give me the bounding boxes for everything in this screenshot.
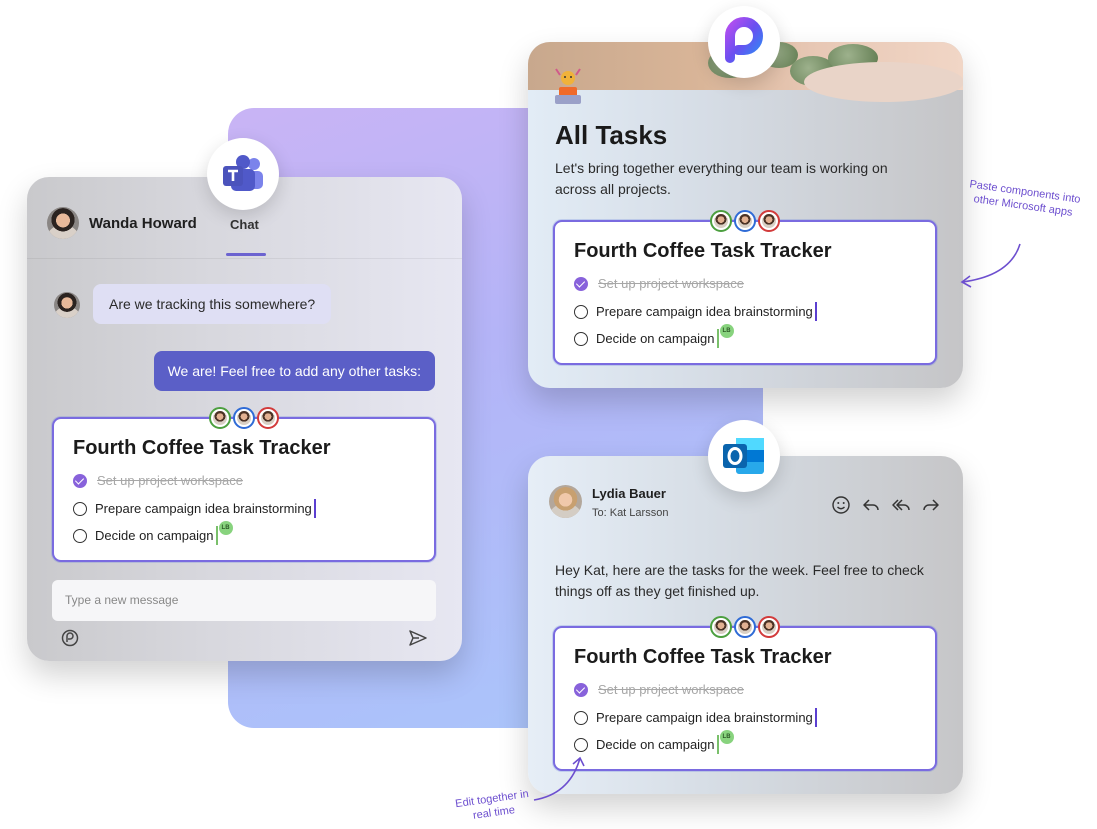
task-tracker-card[interactable]: Fourth Coffee Task Tracker Set up projec… xyxy=(52,407,436,562)
task-item[interactable]: Decide on campaign LB xyxy=(574,323,734,348)
coauthor-avatar xyxy=(710,616,732,638)
coauthor-avatar xyxy=(734,210,756,232)
checkbox-icon[interactable] xyxy=(574,331,588,346)
message-avatar xyxy=(54,292,80,318)
incoming-message: Are we tracking this somewhere? xyxy=(93,284,332,324)
avatar[interactable] xyxy=(549,485,582,518)
coauthor-badge: LB xyxy=(719,323,734,338)
page-description: Let's bring together everything our team… xyxy=(555,160,888,197)
coauthor-badge: LB xyxy=(719,729,734,744)
coauthor-cursor xyxy=(215,526,218,545)
send-icon[interactable] xyxy=(407,627,429,649)
tab-indicator xyxy=(226,253,266,256)
checkbox-icon[interactable] xyxy=(574,304,588,319)
reply-all-icon[interactable] xyxy=(891,495,911,515)
email-body: Hey Kat, here are the tasks for the week… xyxy=(555,562,924,599)
coauthor-avatar xyxy=(209,407,231,429)
loop-logo-icon xyxy=(708,6,780,78)
coauthor-facepile xyxy=(209,407,281,429)
message-input[interactable]: Type a new message xyxy=(52,580,436,621)
task-item[interactable]: Set up project workspace xyxy=(574,276,744,291)
avatar[interactable] xyxy=(47,207,79,239)
coauthor-facepile xyxy=(710,210,782,232)
outgoing-message: We are! Feel free to add any other tasks… xyxy=(153,351,435,391)
forward-icon[interactable] xyxy=(921,495,941,515)
annotation-edit: Edit together in real time xyxy=(454,787,530,822)
coauthor-avatar xyxy=(233,407,255,429)
task-tracker-card[interactable]: Fourth Coffee Task Tracker Set up projec… xyxy=(553,616,937,771)
tab-chat[interactable]: Chat xyxy=(230,217,259,232)
text-cursor xyxy=(313,499,316,518)
checked-icon[interactable] xyxy=(73,473,87,488)
contact-name: Wanda Howard xyxy=(89,215,197,232)
loop-compose-icon[interactable] xyxy=(60,628,80,648)
coauthor-cursor xyxy=(716,329,719,348)
text-cursor xyxy=(814,302,817,321)
task-item[interactable]: Decide on campaign LB xyxy=(574,729,734,754)
teams-logo-icon xyxy=(207,138,279,210)
coauthor-cursor xyxy=(716,735,719,754)
text-cursor xyxy=(814,708,817,727)
annotation-paste: Paste components into other Microsoft ap… xyxy=(968,178,1082,219)
checked-icon[interactable] xyxy=(574,276,588,291)
celebration-emoji-icon xyxy=(550,66,586,106)
tracker-title: Fourth Coffee Task Tracker xyxy=(73,437,331,459)
page-title: All Tasks xyxy=(555,120,668,150)
checkbox-icon[interactable] xyxy=(574,737,588,752)
checkbox-icon[interactable] xyxy=(73,501,87,516)
task-item[interactable]: Prepare campaign idea brainstorming xyxy=(73,499,316,518)
checkbox-icon[interactable] xyxy=(73,528,87,543)
task-item[interactable]: Prepare campaign idea brainstorming xyxy=(574,302,817,321)
tracker-title: Fourth Coffee Task Tracker xyxy=(574,240,832,262)
emoji-icon[interactable] xyxy=(831,495,851,515)
sender-name: Lydia Bauer xyxy=(592,486,666,501)
recipient-line: To: Kat Larsson xyxy=(592,507,669,519)
tracker-title: Fourth Coffee Task Tracker xyxy=(574,646,832,668)
mail-actions xyxy=(831,495,941,515)
coauthor-avatar xyxy=(734,616,756,638)
task-item[interactable]: Set up project workspace xyxy=(73,473,243,488)
task-item[interactable]: Decide on campaign LB xyxy=(73,520,233,545)
checked-icon[interactable] xyxy=(574,682,588,697)
annotation-arrow-icon xyxy=(533,756,585,801)
reply-icon[interactable] xyxy=(861,495,881,515)
coauthor-avatar xyxy=(758,616,780,638)
coauthor-avatar xyxy=(710,210,732,232)
coauthor-avatar xyxy=(758,210,780,232)
task-item[interactable]: Prepare campaign idea brainstorming xyxy=(574,708,817,727)
outlook-email-panel: Lydia Bauer To: Kat Larsson Hey Kat, her… xyxy=(528,456,963,794)
checkbox-icon[interactable] xyxy=(574,710,588,725)
outlook-logo-icon xyxy=(708,420,780,492)
coauthor-facepile xyxy=(710,616,782,638)
coauthor-badge: LB xyxy=(218,520,233,535)
loop-workspace-panel: All Tasks Let's bring together everythin… xyxy=(528,42,963,388)
task-item[interactable]: Set up project workspace xyxy=(574,682,744,697)
task-tracker-card[interactable]: Fourth Coffee Task Tracker Set up projec… xyxy=(553,210,937,365)
annotation-arrow-icon xyxy=(960,243,1021,288)
coauthor-avatar xyxy=(257,407,279,429)
teams-chat-panel: Wanda Howard Chat Are we tracking this s… xyxy=(27,177,462,661)
